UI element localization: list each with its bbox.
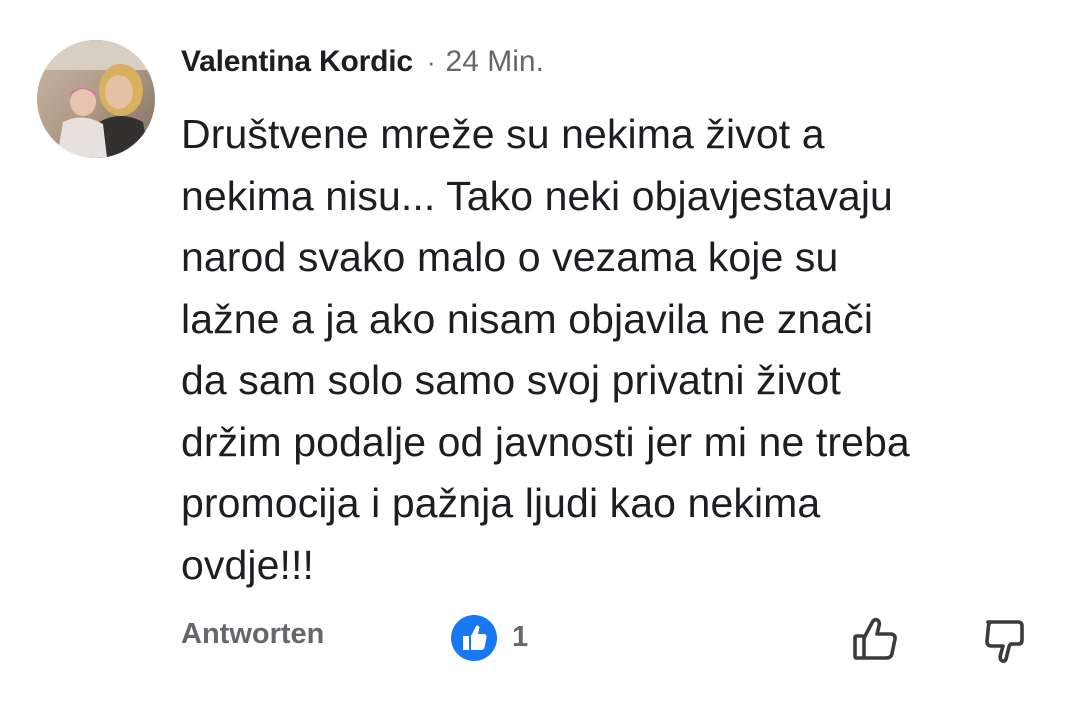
avatar[interactable] — [37, 40, 155, 158]
comment-text: Društvene mreže su nekima život a nekima… — [181, 104, 1051, 596]
comment-header: Valentina Kordic · 24 Min. — [181, 40, 544, 84]
comment-line: da sam solo samo svoj privatni život — [181, 357, 841, 403]
reply-button[interactable]: Antworten — [181, 618, 324, 651]
comment-line: Društvene mreže su nekima život a — [181, 111, 825, 157]
author-name[interactable]: Valentina Kordic — [181, 45, 413, 79]
thumbs-down-icon[interactable] — [978, 614, 1032, 668]
comment-line: ovdje!!! — [181, 541, 314, 588]
reaction-count[interactable]: 1 — [512, 621, 528, 654]
avatar-photo — [37, 40, 155, 158]
comment-line: držim podalje od javnosti jer mi ne treb… — [181, 418, 910, 465]
thumbs-up-icon[interactable] — [850, 612, 904, 666]
separator-dot: · — [426, 46, 436, 77]
comment-actions: Antworten 1 — [0, 612, 1080, 666]
like-reaction-icon[interactable] — [450, 614, 498, 662]
comment-line: narod svako malo o vezama koje su — [181, 234, 839, 280]
comment-line: nekima nisu... Tako neki objavjestavaju — [181, 172, 893, 219]
timestamp[interactable]: 24 Min. — [446, 45, 544, 79]
comment-line: promocija i pažnja ljudi kao nekima — [181, 480, 821, 526]
comment-line: lažne a ja ako nisam objavila ne znači — [181, 295, 874, 342]
